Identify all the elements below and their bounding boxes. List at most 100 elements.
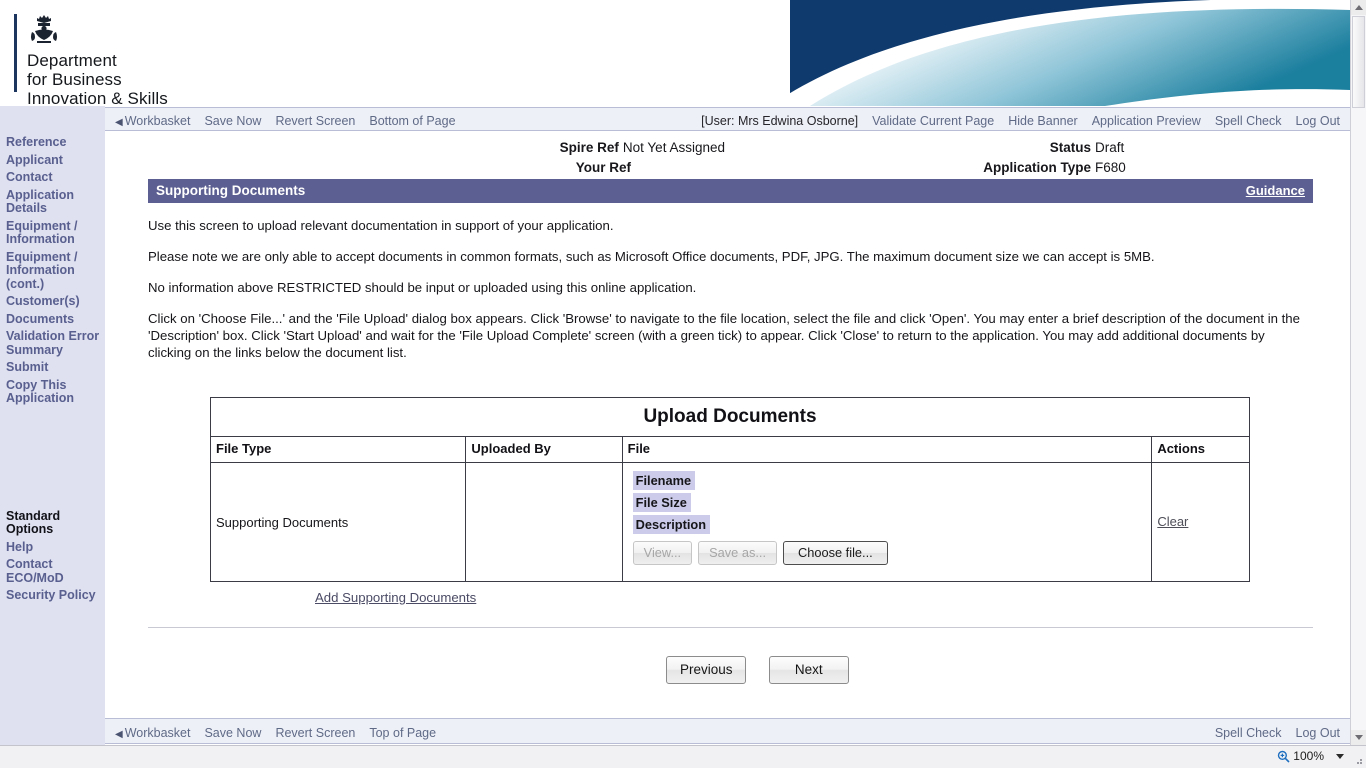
bottom-nav-left-links: ◀ Workbasket Save Now Revert Screen Top of P… xyxy=(115,724,436,742)
botnav-revert-screen[interactable]: Revert Screen xyxy=(275,726,355,740)
banner-swoosh-graphic xyxy=(770,0,1350,106)
topnav-validate-current-page[interactable]: Validate Current Page xyxy=(872,114,994,128)
left-sidebar: Reference Applicant Contact Application … xyxy=(0,106,105,768)
column-header-actions: Actions xyxy=(1151,436,1250,463)
description-label: Description xyxy=(632,515,711,534)
resize-grip-icon[interactable] xyxy=(1352,754,1364,766)
table-title-row: Upload Documents xyxy=(210,397,1250,437)
sidebar-item-documents[interactable]: Documents xyxy=(4,312,105,331)
previous-button[interactable]: Previous xyxy=(666,656,747,684)
zoom-control[interactable]: 100% xyxy=(1277,749,1344,763)
botnav-top-of-page[interactable]: Top of Page xyxy=(369,726,436,740)
main-content: Spire Ref Not Yet Assigned Your Ref Statu… xyxy=(105,131,1350,718)
choose-file-button[interactable]: Choose file... xyxy=(783,541,888,565)
column-header-file-type: File Type xyxy=(209,436,467,463)
zoom-level-label: 100% xyxy=(1293,749,1324,763)
instruction-paragraph-4: Click on 'Choose File...' and the 'File … xyxy=(148,311,1300,360)
view-button[interactable]: View... xyxy=(632,541,693,565)
header-left-column: Spire Ref Not Yet Assigned Your Ref xyxy=(105,138,725,178)
topnav-hide-banner[interactable]: Hide Banner xyxy=(1008,114,1078,128)
sidebar-item-application-details[interactable]: Application Details xyxy=(4,188,105,220)
upload-table-title: Upload Documents xyxy=(210,397,1250,437)
spire-ref-value: Not Yet Assigned xyxy=(622,140,725,155)
top-navigation-bar: ◀ Workbasket Save Now Revert Screen Bottom o… xyxy=(105,107,1350,131)
sidebar-item-equipment-information-cont[interactable]: Equipment / Information (cont.) xyxy=(4,250,105,296)
topnav-save-now[interactable]: Save Now xyxy=(204,114,261,128)
your-ref-row: Your Ref xyxy=(105,158,725,178)
upload-documents-table: Upload Documents File Type Uploaded By F… xyxy=(209,397,1250,582)
instruction-paragraph-2: Please note we are only able to accept d… xyxy=(148,249,1155,264)
sidebar-item-help[interactable]: Help xyxy=(4,540,105,559)
sidebar-item-applicant[interactable]: Applicant xyxy=(4,153,105,172)
sidebar-item-contact-eco-mod[interactable]: Contact ECO/MoD xyxy=(4,557,105,589)
topnav-application-preview[interactable]: Application Preview xyxy=(1092,114,1201,128)
botnav-spell-check[interactable]: Spell Check xyxy=(1215,726,1282,740)
application-type-row: Application Type F680 xyxy=(745,158,1185,178)
sidebar-item-validation-error-summary[interactable]: Validation Error Summary xyxy=(4,329,105,361)
botnav-log-out[interactable]: Log Out xyxy=(1296,726,1340,740)
chevron-down-icon[interactable] xyxy=(1336,753,1344,759)
topnav-bottom-of-page[interactable]: Bottom of Page xyxy=(369,114,455,128)
left-arrow-icon: ◀ xyxy=(115,729,123,740)
cell-actions: Clear xyxy=(1151,462,1250,582)
sidebar-item-copy-this-application[interactable]: Copy This Application xyxy=(4,378,105,410)
bottom-nav-right-links: Spell Check Log Out xyxy=(1215,724,1340,742)
your-ref-label: Your Ref xyxy=(575,160,631,175)
next-button[interactable]: Next xyxy=(768,656,849,684)
column-header-uploaded-by: Uploaded By xyxy=(465,436,623,463)
instruction-paragraph-1: Use this screen to upload relevant docum… xyxy=(148,218,614,233)
sidebar-item-equipment-information[interactable]: Equipment / Information xyxy=(4,219,105,251)
bottom-navigation-bar: ◀ Workbasket Save Now Revert Screen Top of P… xyxy=(105,718,1350,744)
scroll-down-arrow-icon[interactable] xyxy=(1351,730,1366,745)
vertical-scrollbar[interactable] xyxy=(1350,0,1366,745)
content-divider xyxy=(148,627,1313,628)
section-header-bar: Supporting Documents Guidance xyxy=(148,179,1313,203)
logo-line-1: Department xyxy=(27,51,117,70)
botnav-workbasket[interactable]: ◀ Workbasket xyxy=(115,726,190,740)
application-type-value: F680 xyxy=(1095,160,1126,175)
application-type-label: Application Type xyxy=(983,160,1091,175)
topnav-workbasket[interactable]: ◀ Workbasket xyxy=(115,114,190,128)
upload-table-container: Upload Documents File Type Uploaded By F… xyxy=(209,397,1350,607)
file-size-label: File Size xyxy=(632,493,691,512)
botnav-save-now[interactable]: Save Now xyxy=(204,726,261,740)
application-header-info: Spire Ref Not Yet Assigned Your Ref Statu… xyxy=(105,131,1350,179)
save-as-button[interactable]: Save as... xyxy=(698,541,778,565)
table-header-row: File Type Uploaded By File Actions xyxy=(209,436,1250,463)
status-value: Draft xyxy=(1095,140,1125,155)
status-label: Status xyxy=(1049,140,1091,155)
sidebar-item-submit[interactable]: Submit xyxy=(4,360,105,379)
cell-file: Filename File Size Description View... Sa… xyxy=(621,462,1153,582)
sidebar-item-reference[interactable]: Reference xyxy=(4,135,105,154)
topnav-spell-check[interactable]: Spell Check xyxy=(1215,114,1282,128)
description-field-row: Description xyxy=(632,515,1152,537)
left-arrow-icon: ◀ xyxy=(115,117,123,128)
spire-ref-row: Spire Ref Not Yet Assigned xyxy=(105,138,725,158)
scrollbar-thumb[interactable] xyxy=(1352,16,1365,108)
table-row: Supporting Documents Filename File Size … xyxy=(209,462,1250,582)
clear-link[interactable]: Clear xyxy=(1157,514,1188,529)
sidebar-item-contact[interactable]: Contact xyxy=(4,170,105,189)
spire-ref-label: Spire Ref xyxy=(559,140,619,155)
topnav-revert-screen[interactable]: Revert Screen xyxy=(275,114,355,128)
sidebar-item-security-policy[interactable]: Security Policy xyxy=(4,588,105,607)
instruction-paragraph-3: No information above RESTRICTED should b… xyxy=(148,280,697,295)
cell-uploaded-by xyxy=(465,462,623,582)
guidance-link[interactable]: Guidance xyxy=(1246,183,1305,198)
logo-line-2: for Business xyxy=(27,70,122,89)
browser-page: Department for Business Innovation & Ski… xyxy=(0,0,1366,768)
logo-line-3: Innovation & Skills xyxy=(27,89,168,106)
add-supporting-documents-link[interactable]: Add Supporting Documents xyxy=(315,590,476,605)
filesize-field-row: File Size xyxy=(632,493,1152,515)
instructions-block: Use this screen to upload relevant docum… xyxy=(148,217,1310,361)
status-row: Status Draft xyxy=(745,138,1185,158)
scroll-up-arrow-icon[interactable] xyxy=(1351,0,1366,15)
sidebar-item-customers[interactable]: Customer(s) xyxy=(4,294,105,313)
page-navigation-buttons: Previous Next xyxy=(105,656,1350,684)
royal-crest-icon xyxy=(31,15,57,43)
topnav-log-out[interactable]: Log Out xyxy=(1296,114,1340,128)
current-user-label: [User: Mrs Edwina Osborne] xyxy=(701,114,859,128)
cell-file-type: Supporting Documents xyxy=(209,462,467,582)
site-banner: Department for Business Innovation & Ski… xyxy=(0,0,1350,106)
